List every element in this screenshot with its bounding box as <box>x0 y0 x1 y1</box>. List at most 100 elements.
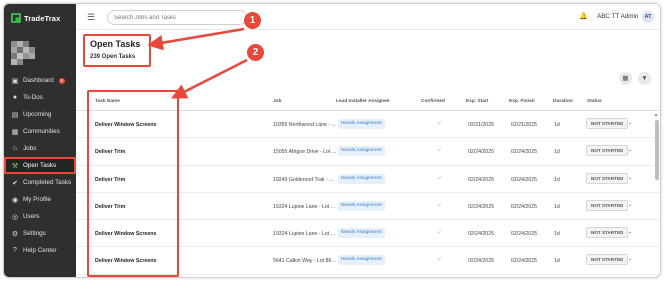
calendar-view-button[interactable]: ▦ <box>619 72 632 85</box>
task-name[interactable]: Deliver Trim <box>95 204 125 210</box>
exp-start-cell: 02/24/2025 <box>468 203 494 210</box>
exp-finish-cell: 02/24/2025 <box>511 176 537 183</box>
task-name[interactable]: Deliver Window Screens <box>95 231 156 237</box>
confirmed-check-icon[interactable]: ✓ <box>437 256 442 263</box>
users-icon: ◎ <box>11 213 19 221</box>
duration-cell: 1d <box>554 258 560 265</box>
status-dropdown[interactable]: NOT STARTED <box>586 227 629 239</box>
table-header: Task Name Job Lead Installer Assignee Co… <box>76 92 660 111</box>
hamburger-menu-icon[interactable]: ☰ <box>87 12 95 23</box>
sidebar-item-users[interactable]: ◎ Users <box>4 208 76 225</box>
exp-start-cell: 02/24/2025 <box>468 258 494 265</box>
sidebar-item-dashboard[interactable]: ▣ Dashboard 5 <box>4 72 76 89</box>
scroll-thumb[interactable] <box>655 120 659 180</box>
bell-icon[interactable]: 🔔 <box>579 12 588 20</box>
user-icon: ◉ <box>11 196 19 204</box>
task-name[interactable]: Deliver Trim <box>95 149 125 155</box>
sidebar-item-label: Completed Tasks <box>23 179 72 186</box>
confirmed-check-icon[interactable]: ✓ <box>437 147 442 154</box>
sidebar-item-label: Users <box>23 213 40 220</box>
sidebar-item-my-profile[interactable]: ◉ My Profile <box>4 191 76 208</box>
status-dropdown[interactable]: NOT STARTED <box>586 254 629 266</box>
notification-badge: 5 <box>58 77 65 84</box>
exp-finish-cell: 02/24/2025 <box>511 231 537 238</box>
search-input[interactable] <box>107 10 247 25</box>
chevron-down-icon[interactable]: ⌄ <box>628 120 632 126</box>
header-duration[interactable]: Duration <box>553 99 573 104</box>
communities-icon: ▦ <box>11 128 19 136</box>
confirmed-check-icon[interactable]: ✓ <box>437 229 442 236</box>
header-exp-start[interactable]: Exp. Start <box>466 99 488 104</box>
sidebar-item-upcoming[interactable]: ▤ Upcoming <box>4 106 76 123</box>
account-name[interactable]: ABC TT Admin <box>597 13 638 20</box>
header-task-name[interactable]: Task Name <box>95 99 120 104</box>
header-status[interactable]: Status <box>587 99 602 104</box>
status-dropdown[interactable]: NOT STARTED <box>586 199 629 211</box>
table-row[interactable]: Deliver Window Screens 5641 Catkin Way - … <box>76 247 660 275</box>
confirmed-check-icon[interactable]: ✓ <box>437 120 442 127</box>
home-icon: ⌂ <box>12 145 18 152</box>
status-dropdown[interactable]: NOT STARTED <box>586 145 629 157</box>
main-content: Open Tasks 239 Open Tasks ▦ ▼ Task Name … <box>76 30 660 277</box>
sidebar-item-label: Upcoming <box>23 111 52 118</box>
help-icon: ? <box>13 247 17 254</box>
status-dropdown[interactable]: NOT STARTED <box>586 118 629 129</box>
table-row[interactable]: Deliver Window Screens 19324 Lupine Lane … <box>76 220 660 248</box>
task-name[interactable]: Deliver Window Screens <box>95 122 156 128</box>
job-cell: 19249 Goldenrod Trail - ... <box>273 176 334 183</box>
scroll-up-icon[interactable]: ▲ <box>654 112 658 117</box>
table-row[interactable]: Deliver Trim 19249 Goldenrod Trail - ... N… <box>76 166 660 193</box>
table-row[interactable]: Deliver Trim 15055 Athgoe Drive - Lot ...… <box>76 138 660 166</box>
callout-2: 2 <box>247 44 264 61</box>
sidebar-item-label: Settings <box>23 230 46 237</box>
chevron-down-icon[interactable]: ⌄ <box>628 202 632 208</box>
confirmed-check-icon[interactable]: ✓ <box>437 202 442 209</box>
sidebar-item-jobs[interactable]: ⌂ Jobs <box>4 140 76 157</box>
task-name[interactable]: Deliver Window Screens <box>95 258 156 264</box>
assignee-badge[interactable]: Needs Assignment <box>338 228 385 239</box>
duration-cell: 1d <box>554 231 560 238</box>
header-confirmed[interactable]: Confirmed <box>421 99 445 104</box>
confirmed-check-icon[interactable]: ✓ <box>437 175 442 182</box>
calendar-icon: ▤ <box>11 111 19 119</box>
header-lead-installer[interactable]: Lead Installer Assignee <box>336 99 389 104</box>
exp-start-cell: 02/24/2025 <box>468 149 494 156</box>
assignee-badge[interactable]: Needs Assignment <box>338 146 385 157</box>
task-name[interactable]: Deliver Trim <box>95 177 125 183</box>
table-row[interactable]: Deliver Window Screens 10355 Northwood La… <box>76 111 660 139</box>
sidebar-item-label: Open Tasks <box>23 162 57 169</box>
header-exp-finish[interactable]: Exp. Finish <box>509 99 535 104</box>
chevron-down-icon[interactable]: ⌄ <box>628 147 632 153</box>
todo-icon: ● <box>12 94 18 101</box>
wrench-icon: ⚒ <box>11 162 19 170</box>
sidebar-item-help-center[interactable]: ? Help Center <box>4 242 76 259</box>
sidebar-item-to-dos[interactable]: ● To-Dos <box>4 89 76 106</box>
chevron-down-icon[interactable]: ⌄ <box>628 256 632 262</box>
job-cell: 19324 Lupine Lane - Lot ... <box>273 203 336 210</box>
duration-cell: 1d <box>554 176 560 183</box>
sidebar-item-label: Help Center <box>23 247 57 254</box>
sidebar-item-completed-tasks[interactable]: ✔ Completed Tasks <box>4 174 76 191</box>
brand-name: TradeTrax <box>24 13 61 23</box>
top-bar: ☰ 🔔 ABC TT Admin AT <box>76 4 660 30</box>
header-job[interactable]: Job <box>273 99 282 104</box>
assignee-badge[interactable]: Needs Assignment <box>338 119 385 129</box>
sidebar-item-communities[interactable]: ▦ Communities <box>4 123 76 140</box>
assignee-badge[interactable]: Needs Assignment <box>338 200 385 211</box>
status-dropdown[interactable]: NOT STARTED <box>586 172 629 184</box>
brand[interactable]: TradeTrax <box>11 13 60 23</box>
assignee-badge[interactable]: Needs Assignment <box>338 173 385 184</box>
sidebar-item-settings[interactable]: ⚙ Settings <box>4 225 76 242</box>
scrollbar[interactable]: ▲ <box>654 112 660 277</box>
callout-1: 1 <box>244 12 261 29</box>
sidebar-item-open-tasks[interactable]: ⚒ Open Tasks <box>4 157 76 174</box>
avatar[interactable]: AT <box>642 11 654 23</box>
table-row[interactable]: Deliver Trim 19324 Lupine Lane - Lot ... N… <box>76 193 660 221</box>
tradetrax-logo-icon <box>11 13 21 23</box>
assignee-badge[interactable]: Needs Assignment <box>338 255 385 266</box>
duration-cell: 1d <box>554 203 560 210</box>
chevron-down-icon[interactable]: ⌄ <box>628 175 632 181</box>
chevron-down-icon[interactable]: ⌄ <box>628 229 632 235</box>
filter-icon[interactable]: ▼ <box>638 72 651 85</box>
job-cell: 5641 Catkin Way - Lot 86... <box>273 258 336 265</box>
